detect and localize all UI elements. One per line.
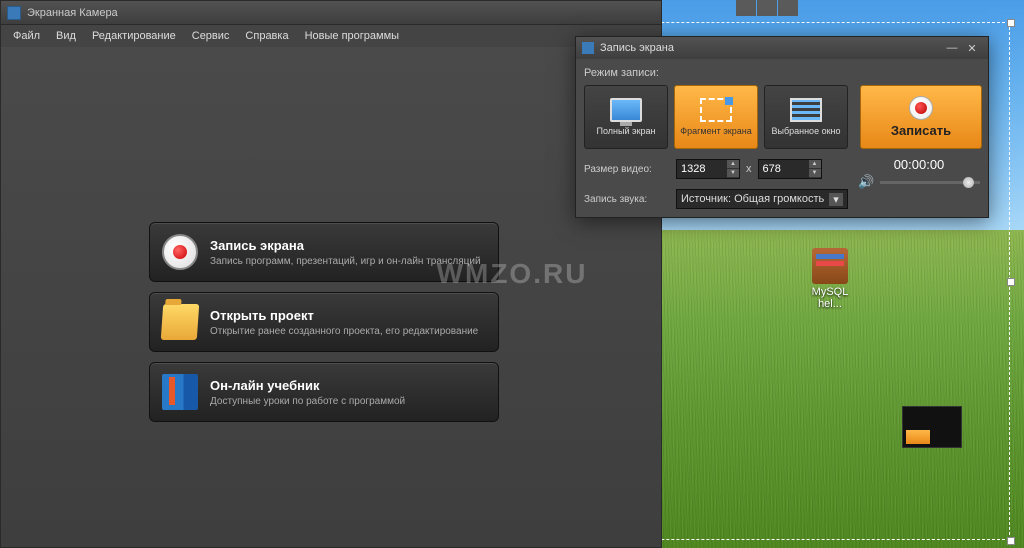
record-button[interactable]: Записать <box>860 85 982 149</box>
selection-handle-ne[interactable] <box>1007 19 1015 27</box>
book-icon <box>162 374 198 410</box>
close-button[interactable]: ✕ <box>962 42 982 55</box>
height-input[interactable] <box>759 163 809 175</box>
dialog-icon <box>582 42 594 54</box>
fragment-icon <box>700 98 732 122</box>
option-subtitle: Доступные уроки по работе с программой <box>210 396 405 407</box>
main-titlebar[interactable]: Экранная Камера <box>1 1 661 25</box>
record-dot-icon <box>909 96 933 120</box>
size-label: Размер видео: <box>584 164 670 175</box>
option-list: Запись экрана Запись программ, презентац… <box>149 222 499 432</box>
chevron-down-icon: ▾ <box>829 193 843 206</box>
folder-icon <box>161 304 200 340</box>
menu-edit[interactable]: Редактирование <box>84 27 184 45</box>
timer-display: 00:00:00 <box>858 157 980 172</box>
mode-full-screen[interactable]: Полный экран <box>584 85 668 149</box>
selection-handle-se[interactable] <box>1007 537 1015 545</box>
record-icon <box>162 234 198 270</box>
menu-service[interactable]: Сервис <box>184 27 238 45</box>
desktop-thumbnail[interactable] <box>902 406 962 448</box>
audio-source-combo[interactable]: Источник: Общая громкость ▾ <box>676 189 848 209</box>
desktop-icon-mysql[interactable]: MySQL hel... <box>806 248 854 310</box>
app-icon <box>7 6 21 20</box>
width-input[interactable] <box>677 163 727 175</box>
menu-new-programs[interactable]: Новые программы <box>297 27 407 45</box>
mode-fragment[interactable]: Фрагмент экрана <box>674 85 758 149</box>
menu-help[interactable]: Справка <box>237 27 296 45</box>
volume-icon[interactable]: 🔊 <box>858 174 874 190</box>
width-spinner[interactable]: ▲▼ <box>676 159 740 179</box>
menu-file[interactable]: Файл <box>5 27 48 45</box>
option-title: Запись экрана <box>210 238 481 253</box>
audio-label: Запись звука: <box>584 194 670 205</box>
fullscreen-icon <box>610 98 642 122</box>
option-open-project[interactable]: Открыть проект Открытие ранее созданного… <box>149 292 499 352</box>
record-dialog: Запись экрана — ✕ Режим записи: Полный э… <box>575 36 989 218</box>
dialog-titlebar[interactable]: Запись экрана — ✕ <box>576 37 988 59</box>
option-subtitle: Запись программ, презентаций, игр и он-л… <box>210 256 481 267</box>
selection-handle-e[interactable] <box>1007 278 1015 286</box>
menubar: Файл Вид Редактирование Сервис Справка Н… <box>1 25 661 47</box>
option-online-tutorial[interactable]: Он-лайн учебник Доступные уроки по работ… <box>149 362 499 422</box>
height-spinner[interactable]: ▲▼ <box>758 159 822 179</box>
dialog-title-text: Запись экрана <box>600 42 674 54</box>
option-title: Открыть проект <box>210 308 478 323</box>
option-title: Он-лайн учебник <box>210 378 405 393</box>
taskbar-fragment <box>736 0 798 18</box>
mode-label: Режим записи: <box>584 67 980 79</box>
desktop-icon-label: MySQL hel... <box>812 286 849 310</box>
option-record-screen[interactable]: Запись экрана Запись программ, презентац… <box>149 222 499 282</box>
mode-window[interactable]: Выбранное окно <box>764 85 848 149</box>
minimize-button[interactable]: — <box>942 42 962 54</box>
main-window: Экранная Камера Файл Вид Редактирование … <box>0 0 662 548</box>
menu-view[interactable]: Вид <box>48 27 84 45</box>
main-body: Запись экрана Запись программ, презентац… <box>1 47 661 547</box>
volume-slider[interactable] <box>880 181 980 184</box>
window-icon <box>790 98 822 122</box>
archive-icon <box>812 248 848 284</box>
option-subtitle: Открытие ранее созданного проекта, его р… <box>210 326 478 337</box>
app-title: Экранная Камера <box>27 7 118 19</box>
x-separator: x <box>746 163 752 175</box>
